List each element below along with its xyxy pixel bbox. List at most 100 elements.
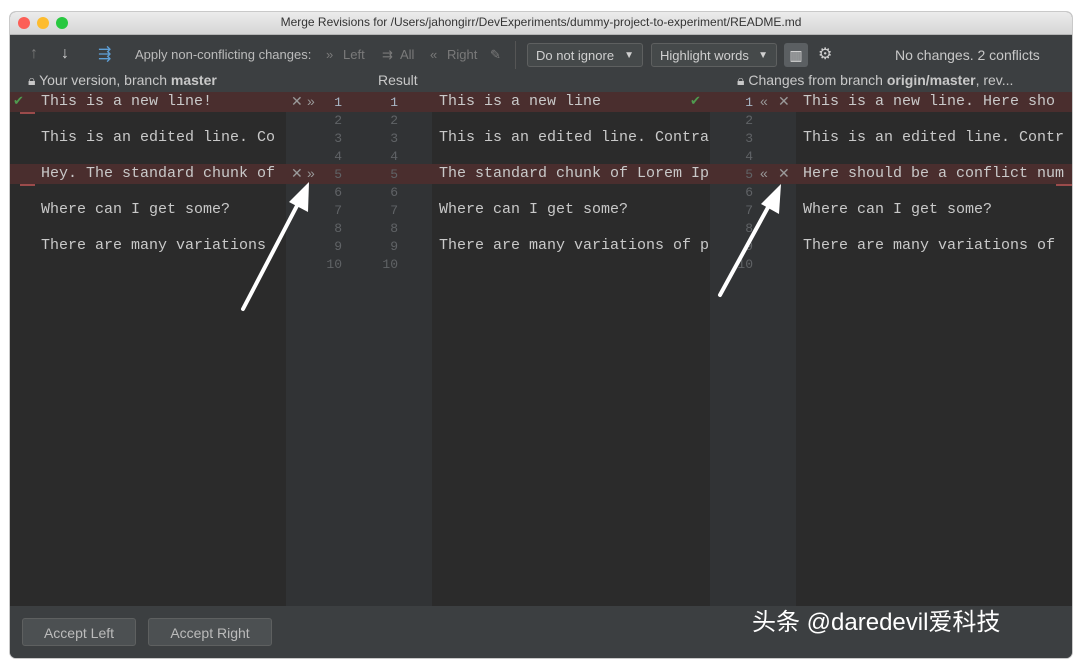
result-line-9: There are many variations of p bbox=[432, 236, 710, 256]
line-number: 8 bbox=[334, 221, 342, 236]
discard-right-1-icon[interactable]: ✕ bbox=[778, 93, 790, 110]
right-header-prefix: Changes from branch bbox=[748, 72, 887, 88]
check-icon[interactable]: ✔ bbox=[13, 92, 24, 112]
line-number: 7 bbox=[390, 203, 398, 218]
line-number: 8 bbox=[390, 221, 398, 236]
left-line-9: There are many variations bbox=[10, 236, 286, 256]
right-line-9: There are many variations of bbox=[796, 236, 1072, 256]
lock-icon: 🔒︎ bbox=[737, 72, 745, 88]
right-line-text: This is a new line. Here sho bbox=[803, 93, 1056, 110]
merge-status: No changes. 2 conflicts bbox=[895, 47, 1040, 63]
line-number: 5 bbox=[745, 167, 753, 182]
accept-right-button[interactable]: Accept Right bbox=[148, 618, 272, 646]
conflict-marker bbox=[1056, 184, 1072, 186]
line-number: 7 bbox=[745, 203, 753, 218]
result-editor-pane[interactable]: This is a new line ✔ This is an edited l… bbox=[432, 92, 710, 606]
right-pane-header: 🔒︎ Changes from branch origin/master, re… bbox=[737, 72, 1072, 90]
ignore-whitespace-value: Do not ignore bbox=[536, 48, 615, 63]
line-number: 1 bbox=[334, 95, 342, 110]
result-line-7: Where can I get some? bbox=[432, 200, 710, 220]
left-pane-header: 🔒︎ Your version, branch master bbox=[28, 72, 298, 90]
apply-right-icon[interactable]: « bbox=[430, 47, 437, 62]
highlight-mode-value: Highlight words bbox=[660, 48, 749, 63]
chevron-down-icon: ▼ bbox=[758, 50, 768, 61]
result-line-text: There are many variations of p bbox=[439, 237, 710, 254]
apply-left-1-icon[interactable]: » bbox=[307, 93, 315, 109]
line-number: 4 bbox=[334, 149, 342, 164]
gear-icon[interactable]: ⚙ bbox=[818, 44, 832, 64]
line-number: 10 bbox=[382, 257, 398, 272]
apply-left-icon[interactable]: » bbox=[326, 47, 333, 62]
right-line-3: This is an edited line. Contr bbox=[796, 128, 1072, 148]
left-editor-pane[interactable]: ✔ This is a new line! This is an edited … bbox=[10, 92, 286, 606]
result-pane-header: Result bbox=[378, 72, 418, 88]
right-line-7: Where can I get some? bbox=[796, 200, 1072, 220]
apply-left-5-icon[interactable]: » bbox=[307, 165, 315, 181]
line-number: 6 bbox=[745, 185, 753, 200]
left-header-branch: master bbox=[170, 72, 217, 88]
line-number: 8 bbox=[745, 221, 753, 236]
discard-right-5-icon[interactable]: ✕ bbox=[778, 165, 790, 182]
right-line-text: This is an edited line. Contr bbox=[803, 129, 1065, 146]
left-line-text: This is a new line! bbox=[41, 93, 213, 110]
left-line-1: ✔ This is a new line! bbox=[10, 92, 286, 112]
apply-right-button[interactable]: Right bbox=[447, 47, 477, 62]
accept-left-button[interactable]: Accept Left bbox=[22, 618, 136, 646]
line-number: 1 bbox=[745, 95, 753, 110]
result-line-text: This is a new line bbox=[439, 93, 602, 110]
line-number: 3 bbox=[390, 131, 398, 146]
right-line-text: There are many variations of bbox=[803, 237, 1056, 254]
line-number: 3 bbox=[334, 131, 342, 146]
right-header-suffix: , rev... bbox=[975, 72, 1014, 88]
line-number: 3 bbox=[745, 131, 753, 146]
line-number: 2 bbox=[745, 113, 753, 128]
magic-resolve-icon[interactable]: ✎ bbox=[490, 47, 501, 63]
result-line-text: This is an edited line. Contra bbox=[439, 129, 710, 146]
line-number: 7 bbox=[334, 203, 342, 218]
right-gutter: 1 2 3 4 5 6 7 8 9 10 « ✕ « ✕ bbox=[710, 92, 796, 606]
resolve-icon[interactable]: ✔ bbox=[690, 92, 701, 112]
left-line-text: This is an edited line. Co bbox=[41, 129, 276, 146]
apply-all-icon[interactable]: ⇉ bbox=[382, 47, 393, 63]
line-number: 9 bbox=[334, 239, 342, 254]
apply-all-button[interactable]: All bbox=[400, 47, 414, 62]
discard-left-1-icon[interactable]: ✕ bbox=[291, 93, 303, 110]
discard-left-5-icon[interactable]: ✕ bbox=[291, 165, 303, 182]
next-difference-icon[interactable]: ↓ bbox=[61, 45, 69, 63]
previous-difference-icon[interactable]: ↑ bbox=[30, 45, 38, 63]
left-header-prefix: Your version, branch bbox=[39, 72, 171, 88]
left-line-5: Hey. The standard chunk of bbox=[10, 164, 286, 184]
line-number: 2 bbox=[334, 113, 342, 128]
line-number: 6 bbox=[334, 185, 342, 200]
right-editor-pane[interactable]: This is a new line. Here sho This is an … bbox=[796, 92, 1072, 606]
left-line-text: There are many variations bbox=[41, 237, 267, 254]
title-bar: Merge Revisions for /Users/jahongirr/Dev… bbox=[10, 12, 1072, 35]
highlight-mode-select[interactable]: Highlight words ▼ bbox=[651, 43, 777, 67]
conflict-marker bbox=[20, 112, 35, 114]
apply-left-button[interactable]: Left bbox=[343, 47, 365, 62]
window-title: Merge Revisions for /Users/jahongirr/Dev… bbox=[280, 15, 802, 29]
result-line-text: Where can I get some? bbox=[439, 201, 629, 218]
result-line-1: This is a new line ✔ bbox=[432, 92, 710, 112]
apply-icon[interactable]: ⇶ bbox=[98, 44, 111, 64]
left-line-7: Where can I get some? bbox=[10, 200, 286, 220]
line-number: 6 bbox=[390, 185, 398, 200]
line-number: 5 bbox=[390, 167, 398, 182]
left-line-text: Hey. The standard chunk of bbox=[41, 165, 276, 182]
result-line-3: This is an edited line. Contra bbox=[432, 128, 710, 148]
line-number: 9 bbox=[390, 239, 398, 254]
apply-right-1-icon[interactable]: « bbox=[760, 93, 768, 109]
line-number: 5 bbox=[334, 167, 342, 182]
right-header-branch: origin/master bbox=[886, 72, 976, 88]
line-number: 2 bbox=[390, 113, 398, 128]
right-line-1: This is a new line. Here sho bbox=[796, 92, 1072, 112]
conflict-marker bbox=[20, 184, 35, 186]
line-number: 4 bbox=[745, 149, 753, 164]
chevron-down-icon: ▼ bbox=[624, 50, 634, 61]
apply-non-conflicting-label: Apply non-conflicting changes: bbox=[135, 47, 312, 62]
columns-icon[interactable]: ▥ bbox=[784, 43, 808, 67]
apply-right-5-icon[interactable]: « bbox=[760, 165, 768, 181]
result-line-5: The standard chunk of Lorem Ip bbox=[432, 164, 710, 184]
toolbar-separator bbox=[515, 41, 516, 69]
ignore-whitespace-select[interactable]: Do not ignore ▼ bbox=[527, 43, 643, 67]
